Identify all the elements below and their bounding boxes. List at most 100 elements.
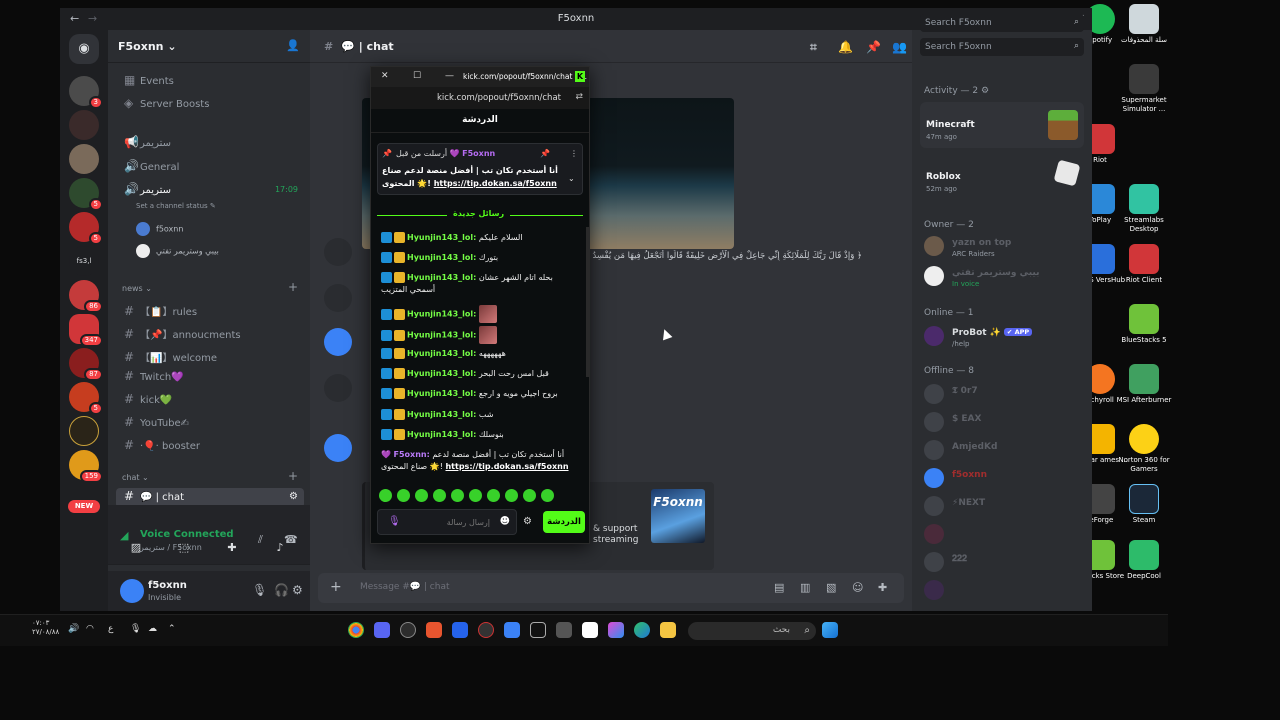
taskbar-discord[interactable] <box>374 622 390 638</box>
emote-button[interactable] <box>433 489 446 502</box>
home-button[interactable]: ◉ <box>69 34 99 64</box>
screen-share-button[interactable]: ⬚ <box>164 537 204 559</box>
emoji-icon[interactable]: ☺ <box>852 581 863 594</box>
emote-button[interactable] <box>505 489 518 502</box>
taskbar-kick[interactable] <box>530 622 546 638</box>
channel-stream[interactable]: 📢ستريمر <box>116 134 304 154</box>
activity-card[interactable]: Minecraft 47m ago <box>920 102 1084 148</box>
desktop-icon-msi[interactable]: MSI Afterburner <box>1116 364 1172 405</box>
channel-twitch[interactable]: # Twitch💜 <box>116 368 304 388</box>
pin-icon[interactable]: 📌 <box>866 40 881 54</box>
chat-message[interactable]: Hyunjin143_lol: شب <box>381 409 577 421</box>
avatar[interactable] <box>120 579 144 603</box>
taskbar-search[interactable]: بحث ⌕ <box>688 622 816 640</box>
desktop-icon-steam[interactable]: Steam <box>1116 484 1172 525</box>
gift-icon[interactable]: ▤ <box>774 581 784 594</box>
channel-kick[interactable]: # kick💚 <box>116 391 304 411</box>
maximize-icon[interactable]: ☐ <box>413 71 421 81</box>
server-text-icon[interactable]: fs3,l <box>69 246 99 276</box>
url-bar[interactable]: kick.com/popout/f5oxnn/chat ⇄ <box>371 87 589 109</box>
channel-status-prompt[interactable]: Set a channel status ✎ <box>136 202 216 210</box>
start-button[interactable] <box>822 622 838 638</box>
clock[interactable]: ٠٧:٠٣ ٢٧/٠٨/٨٨ <box>32 619 59 637</box>
server-icon[interactable]: 86 <box>69 280 103 313</box>
tip-link[interactable]: https://tip.dokan.sa/f5oxnn <box>445 462 568 471</box>
taskbar-edge[interactable] <box>634 622 650 638</box>
member-offline[interactable] <box>922 576 1084 608</box>
chat-message[interactable]: Hyunjin143_lol: بروح اجيلي مويه و ارجع <box>381 388 577 400</box>
chat-input[interactable]: 🎙 إرسال رسالة ☻ <box>377 509 517 535</box>
taskbar-app-blue[interactable] <box>452 622 468 638</box>
member-owner[interactable]: بيبي وستريمر تفتي In voice <box>922 262 1084 294</box>
gear-icon[interactable]: ⚙ <box>292 583 303 597</box>
site-settings-icon[interactable]: ⇄ <box>575 92 583 102</box>
server-icon[interactable] <box>69 110 99 140</box>
desktop-icon-streamlabs[interactable]: Streamlabs Desktop <box>1116 184 1172 234</box>
emote-button[interactable] <box>469 489 482 502</box>
emote-button[interactable] <box>451 489 464 502</box>
microphone-icon[interactable]: 🎙 <box>252 583 267 597</box>
server-icon[interactable] <box>69 144 99 174</box>
server-icon[interactable]: 5 <box>69 212 103 245</box>
settings-icon[interactable]: ⚙ <box>289 491 298 502</box>
activities-button[interactable]: ✚ <box>212 537 252 559</box>
server-icon[interactable] <box>69 416 99 446</box>
chat-message[interactable]: Hyunjin143_lol: قبل امس رحت البحر <box>381 368 577 380</box>
server-icon[interactable]: 159 <box>69 450 103 483</box>
add-channel-icon[interactable]: + <box>288 280 298 294</box>
channel-welcome[interactable]: # 【📊】welcome <box>116 345 304 365</box>
chat-message[interactable]: 💜 F5oxnn: أنا أستخدم تكان تب | أفضل منصة… <box>381 449 577 473</box>
unpin-icon[interactable]: 📌 <box>540 149 550 158</box>
chat-scrollbar[interactable] <box>586 227 589 377</box>
taskbar-app-circle[interactable] <box>478 622 494 638</box>
chevron-down-icon[interactable]: ⌄ <box>568 174 575 183</box>
taskbar-store[interactable] <box>582 622 598 638</box>
message-composer[interactable]: + Message #💬 | chat ▤ ▥ ▧ ☺ ✚ <box>318 573 904 603</box>
pinned-message[interactable]: 📌 أرسلت من قبل 💜 F5oxnn 📌 ⋮ أنا أستخدم ت… <box>377 143 583 195</box>
message-input[interactable]: Message #💬 | chat <box>360 582 450 592</box>
channel-booster[interactable]: # ·🎈· booster <box>116 437 304 457</box>
members-icon[interactable]: 👥 <box>892 40 907 54</box>
send-chat-button[interactable]: الدردشة <box>543 511 585 533</box>
channel-youtube[interactable]: # YouTube✍ <box>116 414 304 434</box>
wifi-icon[interactable]: ◠ <box>86 624 94 634</box>
channel-rules[interactable]: # 【📋】rules <box>116 299 304 319</box>
member-probot[interactable]: ProBot ✨ ✔ APP/help <box>922 322 1084 354</box>
server-header[interactable]: F5oxnn ⌄ 👤 <box>108 30 310 63</box>
pin-icon[interactable]: 📌 <box>382 149 392 158</box>
channel-announcements[interactable]: # 【📌】annoucments <box>116 322 304 342</box>
desktop-icon-riot-client[interactable]: Riot Client <box>1116 244 1172 285</box>
add-attachment-icon[interactable]: + <box>330 579 342 595</box>
more-icon[interactable]: ⋮ <box>570 149 578 158</box>
minimize-icon[interactable]: — <box>445 71 454 81</box>
emoji-picker-icon[interactable]: ☻ <box>500 516 510 527</box>
server-boosts-link[interactable]: ◈ Server Boosts <box>116 95 304 115</box>
volume-icon[interactable]: 🔊 <box>68 624 79 634</box>
apps-icon[interactable]: ✚ <box>878 581 887 594</box>
taskbar-app-cube[interactable] <box>504 622 520 638</box>
server-icon[interactable]: 5 <box>69 178 103 211</box>
chat-message[interactable]: Hyunjin143_lol: بتورك <box>381 252 577 264</box>
desktop-icon-norton[interactable]: Norton 360 for Gamers <box>1116 424 1172 474</box>
chat-message[interactable]: Hyunjin143_lol: <box>381 305 577 323</box>
category-news[interactable]: news ⌄ <box>122 284 152 293</box>
bell-icon[interactable]: 🔔 <box>838 40 853 54</box>
gif-icon[interactable]: ▥ <box>800 581 810 594</box>
server-icon[interactable]: 347 <box>69 314 103 347</box>
avatar[interactable] <box>324 434 352 462</box>
mic-tray-icon[interactable]: 🎙 <box>130 624 141 634</box>
desktop-icon-supermarket[interactable]: Supermarket Simulator ... <box>1116 64 1172 114</box>
chat-message[interactable]: Hyunjin143_lol: <box>381 326 577 344</box>
soundboard-button[interactable]: ♪ <box>260 537 300 559</box>
language-indicator[interactable]: ع <box>108 624 113 634</box>
invite-icon[interactable]: 👤 <box>286 39 300 52</box>
headphones-icon[interactable]: 🎧 <box>274 583 289 597</box>
search-input[interactable]: Search F5oxnn ⌕ <box>920 14 1084 32</box>
avatar[interactable] <box>324 328 352 356</box>
taskbar-copilot[interactable] <box>608 622 624 638</box>
chat-message[interactable]: Hyunjin143_lol: بنوسلك <box>381 429 577 441</box>
taskbar-settings[interactable] <box>400 622 416 638</box>
search-input[interactable]: Search F5oxnn ⌕ <box>920 38 1084 56</box>
emote-button[interactable] <box>397 489 410 502</box>
taskbar-explorer[interactable] <box>660 622 676 638</box>
